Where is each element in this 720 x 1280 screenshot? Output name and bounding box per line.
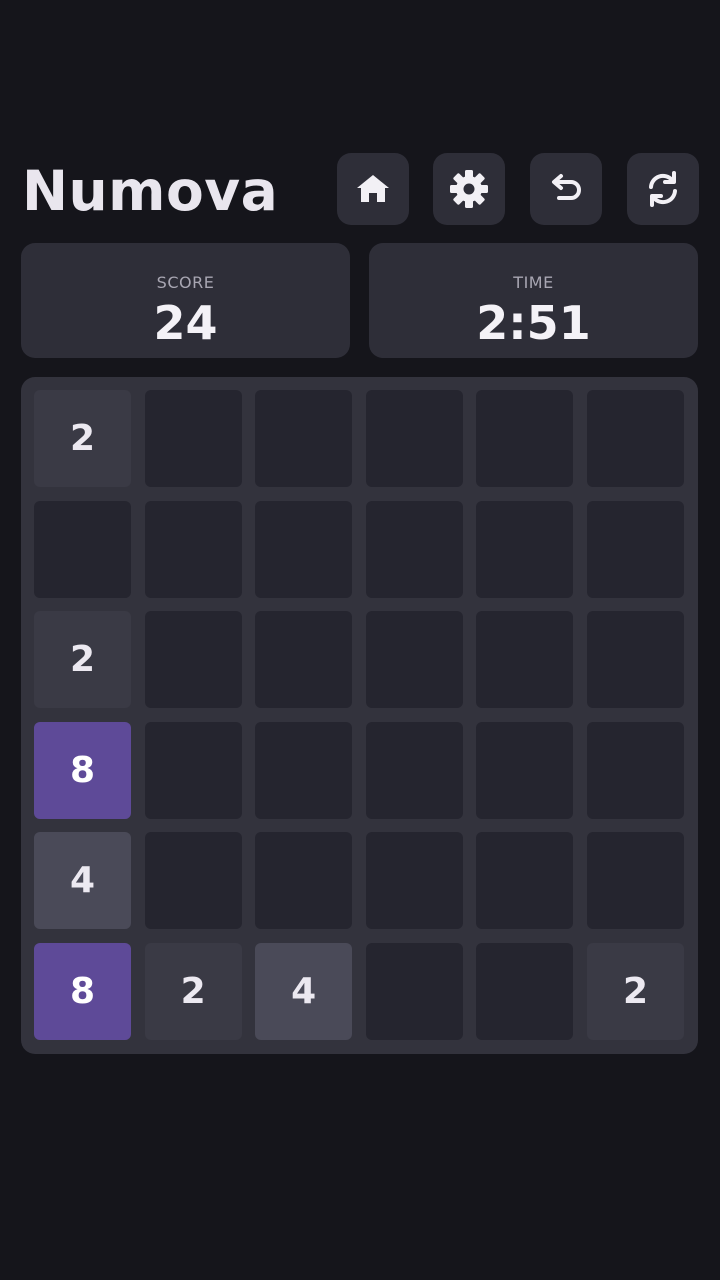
- empty-cell: [255, 832, 353, 930]
- restart-button[interactable]: [627, 153, 699, 225]
- empty-cell: [144, 721, 242, 819]
- home-button[interactable]: [337, 153, 409, 225]
- empty-cell: [365, 943, 463, 1040]
- toolbar: [337, 153, 699, 225]
- time-value: 2:51: [476, 296, 591, 350]
- empty-cell: [365, 390, 463, 487]
- tile: 8: [34, 943, 131, 1040]
- empty-cell: [365, 721, 463, 819]
- tile: 4: [34, 832, 131, 930]
- tile: 2: [34, 390, 131, 487]
- empty-cell: [365, 500, 463, 598]
- empty-cell: [34, 500, 131, 598]
- tile: 4: [255, 943, 353, 1040]
- empty-cell: [476, 943, 574, 1040]
- score-panel: SCORE 24: [21, 243, 350, 358]
- game-screen: Numova SCORE 24 TIME 2:51 2 2 8 4 8 2 4 …: [0, 0, 720, 1280]
- game-title: Numova: [22, 159, 279, 223]
- refresh-icon: [643, 169, 683, 209]
- time-label: TIME: [513, 273, 554, 292]
- time-panel: TIME 2:51: [369, 243, 698, 358]
- empty-cell: [144, 390, 242, 487]
- tile: 2: [144, 943, 242, 1040]
- empty-cell: [144, 832, 242, 930]
- undo-icon: [546, 169, 586, 209]
- empty-cell: [587, 721, 684, 819]
- gear-icon: [448, 168, 490, 210]
- settings-button[interactable]: [433, 153, 505, 225]
- score-value: 24: [153, 296, 218, 350]
- tile: 2: [34, 611, 131, 709]
- game-board[interactable]: 22848242: [21, 377, 698, 1054]
- empty-cell: [365, 611, 463, 709]
- empty-cell: [476, 611, 574, 709]
- empty-cell: [476, 390, 574, 487]
- score-label: SCORE: [156, 273, 215, 292]
- undo-button[interactable]: [530, 153, 602, 225]
- tile: 8: [34, 721, 131, 819]
- empty-cell: [476, 832, 574, 930]
- empty-cell: [476, 721, 574, 819]
- home-icon: [353, 169, 393, 209]
- empty-cell: [255, 721, 353, 819]
- empty-cell: [144, 611, 242, 709]
- empty-cell: [476, 500, 574, 598]
- empty-cell: [365, 832, 463, 930]
- empty-cell: [255, 390, 353, 487]
- empty-cell: [587, 390, 684, 487]
- empty-cell: [255, 611, 353, 709]
- empty-cell: [587, 611, 684, 709]
- empty-cell: [255, 500, 353, 598]
- tile: 2: [587, 943, 684, 1040]
- empty-cell: [144, 500, 242, 598]
- empty-cell: [587, 500, 684, 598]
- empty-cell: [587, 832, 684, 930]
